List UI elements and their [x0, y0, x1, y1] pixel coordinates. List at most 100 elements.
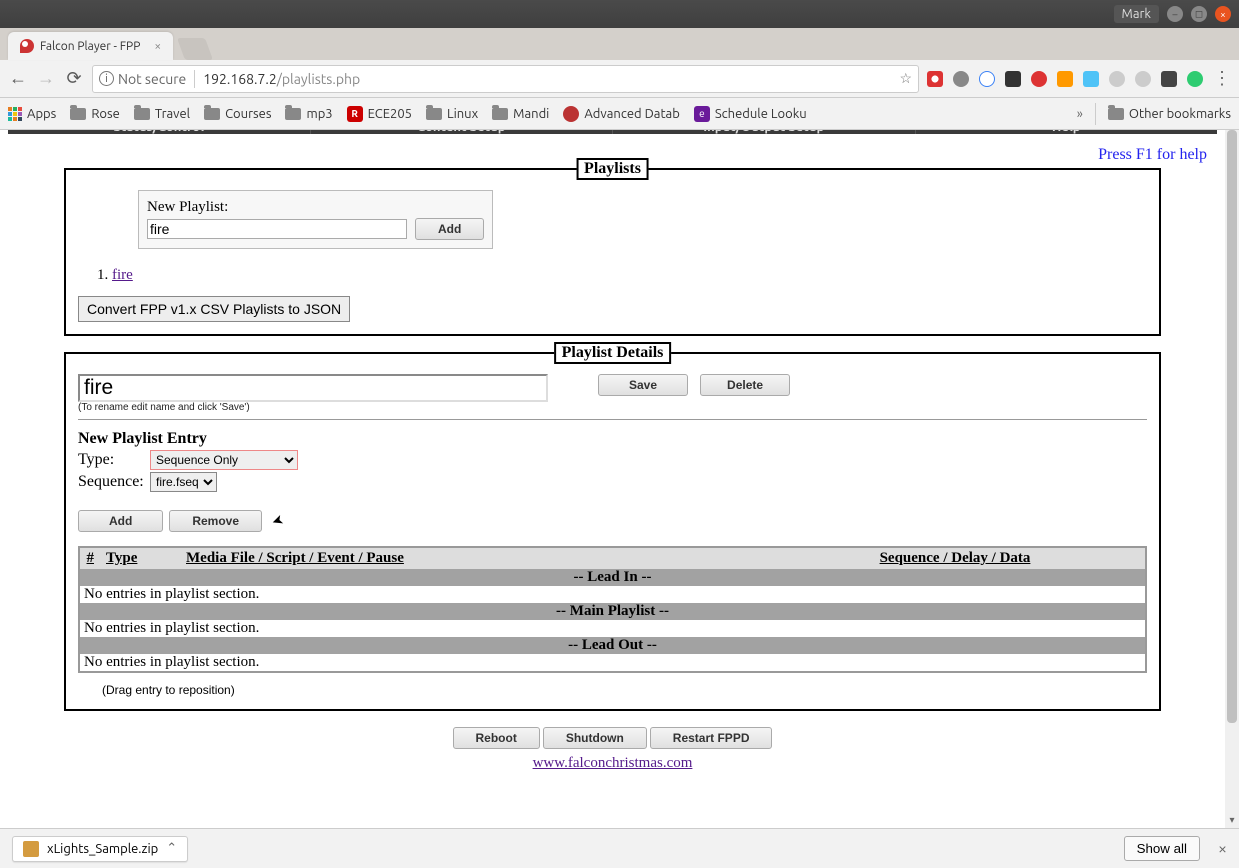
extension-icon[interactable] [1187, 71, 1203, 87]
extension-icon[interactable] [1057, 71, 1073, 87]
chevron-up-icon[interactable]: ⌃ [166, 841, 177, 856]
extension-icon[interactable] [953, 71, 969, 87]
extension-icons: ⋮ [927, 68, 1231, 89]
bookmark-folder-linux[interactable]: Linux [426, 107, 478, 121]
reboot-button[interactable]: Reboot [453, 727, 540, 749]
apps-label: Apps [27, 107, 56, 121]
browser-toolbar: ← → ⟳ i Not secure 192.168.7.2/playlists… [0, 60, 1239, 98]
col-media[interactable]: Media File / Script / Event / Pause [180, 548, 765, 569]
playlists-fieldset: Playlists New Playlist: Add fire Convert… [64, 168, 1161, 336]
insecure-indicator[interactable]: i Not secure [99, 71, 186, 87]
extension-icon[interactable] [1161, 71, 1177, 87]
new-tab-button[interactable] [177, 38, 213, 60]
restart-fppd-button[interactable]: Restart FPPD [650, 727, 773, 749]
convert-csv-button[interactable]: Convert FPP v1.x CSV Playlists to JSON [78, 296, 350, 322]
window-minimize-icon[interactable]: – [1167, 6, 1183, 22]
window-titlebar: Mark – ◻ × [0, 0, 1239, 28]
extension-icon[interactable] [1109, 71, 1125, 87]
bookmark-folder-mp3[interactable]: mp3 [285, 107, 332, 121]
rename-hint: (To rename edit name and click 'Save') [78, 402, 548, 413]
save-button[interactable]: Save [598, 374, 688, 396]
nav-help[interactable]: Help [916, 130, 1218, 134]
bookmark-folder-courses[interactable]: Courses [204, 107, 271, 121]
playlist-details-fieldset: Playlist Details (To rename edit name an… [64, 352, 1161, 711]
other-bookmarks[interactable]: Other bookmarks [1108, 107, 1231, 121]
close-download-bar-icon[interactable]: × [1218, 840, 1227, 858]
scrollbar[interactable]: ▴ ▾ [1225, 130, 1239, 828]
col-number[interactable]: # [80, 548, 100, 569]
new-playlist-input[interactable] [147, 219, 407, 239]
divider [78, 419, 1147, 420]
address-separator [194, 70, 195, 88]
delete-button[interactable]: Delete [700, 374, 790, 396]
scroll-thumb[interactable] [1227, 130, 1237, 723]
shutdown-button[interactable]: Shutdown [543, 727, 647, 749]
playlist-list: fire [112, 267, 1147, 284]
address-bar[interactable]: i Not secure 192.168.7.2/playlists.php ☆ [92, 65, 919, 93]
apps-button[interactable]: Apps [8, 107, 56, 121]
playlist-link[interactable]: fire [112, 267, 133, 283]
extension-icon[interactable] [1005, 71, 1021, 87]
details-legend: Playlist Details [554, 342, 672, 364]
window-user[interactable]: Mark [1114, 5, 1159, 23]
extension-icon[interactable] [927, 71, 943, 87]
bookmark-folder-rose[interactable]: Rose [70, 107, 120, 121]
site-icon [563, 106, 579, 122]
download-filename: xLights_Sample.zip [47, 842, 158, 856]
site-icon: R [347, 106, 363, 122]
lead-out-section: -- Lead Out -- [80, 637, 1145, 654]
main-playlist-section: -- Main Playlist -- [80, 603, 1145, 620]
table-header-row: # Type Media File / Script / Event / Pau… [80, 548, 1145, 569]
type-select[interactable]: Sequence Only [150, 450, 298, 470]
back-button[interactable]: ← [8, 68, 28, 89]
entries-table: # Type Media File / Script / Event / Pau… [80, 548, 1145, 671]
extension-icon[interactable] [1083, 71, 1099, 87]
tab-title: Falcon Player - FPP [40, 40, 140, 53]
tab-close-icon[interactable]: × [154, 40, 161, 53]
bookmark-advanced-datab[interactable]: Advanced Datab [563, 106, 679, 122]
sequence-select[interactable]: fire.fseq [150, 472, 217, 492]
download-chip[interactable]: xLights_Sample.zip ⌃ [12, 836, 188, 862]
col-sequence[interactable]: Sequence / Delay / Data [765, 548, 1145, 569]
footer-buttons: Reboot Shutdown Restart FPPD [8, 727, 1217, 749]
bookmark-folder-mandi[interactable]: Mandi [492, 107, 549, 121]
empty-message-row: No entries in playlist section. [80, 586, 1145, 603]
extension-icon[interactable] [979, 71, 995, 87]
nav-io-setup[interactable]: Input/Output Setup [613, 130, 916, 134]
menu-icon[interactable]: ⋮ [1213, 68, 1231, 89]
remove-entry-button[interactable]: Remove [169, 510, 262, 532]
new-entry-heading: New Playlist Entry [78, 430, 1147, 448]
extension-icon[interactable] [1031, 71, 1047, 87]
folder-icon [134, 108, 150, 120]
folder-icon [426, 108, 442, 120]
playlist-name-input[interactable] [78, 374, 548, 402]
bookmark-schedule-lookup[interactable]: eSchedule Looku [694, 106, 807, 122]
entries-table-wrap: # Type Media File / Script / Event / Pau… [78, 546, 1147, 673]
add-playlist-button[interactable]: Add [415, 218, 484, 240]
new-playlist-label: New Playlist: [147, 199, 484, 216]
download-bar: xLights_Sample.zip ⌃ Show all × [0, 828, 1239, 868]
extension-icon[interactable] [1135, 71, 1151, 87]
browser-tab[interactable]: Falcon Player - FPP × [8, 32, 173, 60]
window-maximize-icon[interactable]: ◻ [1191, 6, 1207, 22]
sequence-label: Sequence: [78, 473, 146, 491]
lead-in-section: -- Lead In -- [80, 569, 1145, 586]
col-type[interactable]: Type [100, 548, 180, 569]
footer-link: www.falconchristmas.com [8, 755, 1217, 772]
forward-button: → [36, 68, 56, 89]
bookmark-ece205[interactable]: RECE205 [347, 106, 412, 122]
add-entry-button[interactable]: Add [78, 510, 163, 532]
bookmark-star-icon[interactable]: ☆ [899, 70, 912, 87]
fpp-favicon-icon [20, 39, 34, 53]
reload-button[interactable]: ⟳ [64, 68, 84, 89]
url-text: 192.168.7.2/playlists.php [203, 71, 893, 87]
show-all-downloads-button[interactable]: Show all [1124, 836, 1200, 861]
falcon-link[interactable]: www.falconchristmas.com [533, 755, 693, 771]
bookmarks-overflow-icon[interactable]: » [1077, 107, 1083, 121]
folder-icon [285, 108, 301, 120]
nav-content-setup[interactable]: Content Setup [311, 130, 614, 134]
bookmark-folder-travel[interactable]: Travel [134, 107, 190, 121]
nav-status-control[interactable]: Status/Control [8, 130, 311, 134]
window-close-icon[interactable]: × [1215, 6, 1231, 22]
scroll-down-icon[interactable]: ▾ [1225, 814, 1239, 828]
